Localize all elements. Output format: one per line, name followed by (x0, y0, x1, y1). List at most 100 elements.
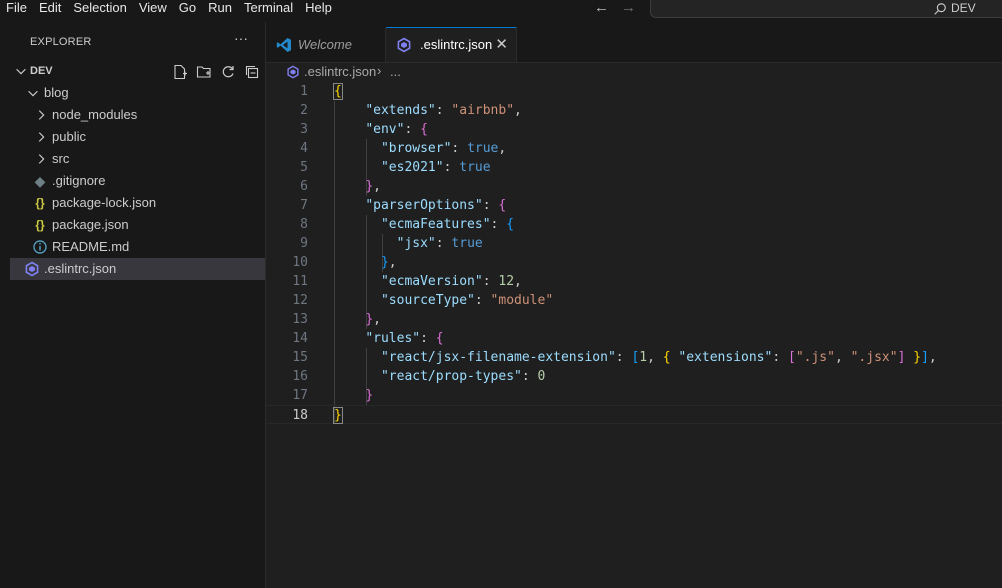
more-actions-icon[interactable]: ··· (234, 30, 248, 46)
collapse-all-icon[interactable] (244, 64, 260, 80)
code-token: } (380, 255, 389, 270)
code-token: , (373, 179, 381, 194)
tree-item-eslintrc[interactable]: .eslintrc.json (10, 258, 265, 280)
menu-file[interactable]: File (0, 0, 33, 16)
workspace-section-header[interactable]: DEV (10, 62, 265, 82)
code-token: , (373, 312, 381, 327)
code-line[interactable]: 1{ (266, 82, 1002, 101)
line-number: 2 (300, 103, 308, 118)
code-token: { (333, 83, 343, 100)
breadcrumb-symbols[interactable]: ... (390, 64, 401, 79)
line-code: "react/prop-types": 0 (334, 367, 545, 386)
code-token: : (490, 217, 507, 232)
arrow-right-icon[interactable]: → (621, 0, 636, 16)
menu-terminal[interactable]: Terminal (238, 0, 299, 16)
tree-item-src[interactable]: src (10, 148, 265, 170)
code-line[interactable]: 8 "ecmaFeatures": { (266, 215, 1002, 234)
code-line[interactable]: 12 "sourceType": "module" (266, 291, 1002, 310)
code-token: "module" (490, 293, 554, 308)
code-line[interactable]: 14 "rules": { (266, 329, 1002, 348)
tree-item-package-json[interactable]: {} package.json (10, 214, 265, 236)
code-line[interactable]: 5 "es2021": true (266, 158, 1002, 177)
menu-selection[interactable]: Selection (67, 0, 132, 16)
code-token: , (928, 350, 937, 365)
code-token: true (459, 160, 491, 175)
line-code: "ecmaFeatures": { (334, 215, 514, 234)
tree-item-public[interactable]: public (10, 126, 265, 148)
tree-item-label: public (52, 129, 86, 144)
code-line[interactable]: 18} (266, 405, 1002, 424)
new-folder-icon[interactable] (196, 64, 212, 80)
menu-view[interactable]: View (133, 0, 173, 16)
line-number: 8 (300, 217, 308, 232)
tab-welcome[interactable]: Welcome (266, 28, 386, 62)
code-line[interactable]: 3 "env": { (266, 120, 1002, 139)
code-editor[interactable]: 1{2 "extends": "airbnb", 3 "env": {4 "bro… (266, 82, 1002, 588)
code-line[interactable]: 15 "react/jsx-filename-extension": [1, {… (266, 348, 1002, 367)
activity-bar (0, 22, 10, 588)
arrow-left-icon[interactable]: ← (594, 0, 609, 16)
close-icon[interactable]: ✕ (495, 35, 508, 53)
tab-label: .eslintrc.json (420, 37, 493, 52)
line-code: "rules": { (334, 329, 444, 348)
refresh-icon[interactable] (220, 64, 236, 80)
json-file-icon: {} (35, 196, 45, 210)
eslint-icon (397, 37, 411, 53)
new-file-icon[interactable] (172, 64, 188, 80)
code-token: true (467, 141, 499, 156)
code-line[interactable]: 10 }, (266, 253, 1002, 272)
code-token: "es2021" (380, 160, 444, 175)
tree-item-gitignore[interactable]: ◆ .gitignore (10, 170, 265, 192)
code-token: } (333, 407, 343, 424)
code-token: : (435, 236, 452, 251)
menu-run[interactable]: Run (202, 0, 238, 16)
tree-item-label: README.md (52, 239, 130, 254)
menu-help[interactable]: Help (299, 0, 338, 16)
code-line[interactable]: 6 }, (266, 177, 1002, 196)
code-line[interactable]: 13 }, (266, 310, 1002, 329)
code-token: ".js" (795, 350, 835, 365)
tree-item-readme[interactable]: README.md (10, 236, 265, 258)
eslint-icon (25, 261, 39, 277)
git-file-icon: ◆ (34, 173, 46, 189)
explorer-title: EXPLORER (30, 36, 92, 48)
code-token: { (435, 331, 444, 346)
code-line[interactable]: 2 "extends": "airbnb", (266, 101, 1002, 120)
tree-item-label: node_modules (52, 107, 138, 122)
code-token: "react/jsx-filename-extension" (380, 350, 616, 365)
line-number: 12 (292, 293, 308, 308)
breadcrumb-file[interactable]: .eslintrc.json (304, 64, 376, 79)
tree-item-package-lock[interactable]: {} package-lock.json (10, 192, 265, 214)
code-token: "ecmaVersion" (380, 274, 483, 289)
navigation-arrows: ← → (594, 0, 636, 16)
code-line[interactable]: 7 "parserOptions": { (266, 196, 1002, 215)
code-line[interactable]: 4 "browser": true, (266, 139, 1002, 158)
code-token: , (514, 103, 522, 118)
line-number: 13 (292, 312, 308, 327)
code-token: , (514, 274, 522, 289)
code-token: "browser" (380, 141, 452, 156)
code-token: } (365, 312, 374, 327)
code-token: : (435, 103, 452, 118)
menu-bar: File Edit Selection View Go Run Terminal… (0, 0, 338, 16)
command-center[interactable]: DEV (650, 0, 1002, 18)
code-token: true (451, 236, 483, 251)
tree-item-node-modules[interactable]: node_modules (10, 104, 265, 126)
code-line[interactable]: 16 "react/prop-types": 0 (266, 367, 1002, 386)
code-line[interactable]: 17 } (266, 386, 1002, 405)
menu-go[interactable]: Go (173, 0, 202, 16)
code-line[interactable]: 9 "jsx": true (266, 234, 1002, 253)
code-line[interactable]: 11 "ecmaVersion": 12, (266, 272, 1002, 291)
tab-eslintrc[interactable]: .eslintrc.json ✕ (386, 27, 517, 62)
code-token: , (647, 350, 663, 365)
code-token: : (443, 160, 460, 175)
tree-item-blog[interactable]: blog (10, 82, 265, 104)
line-code: }, (334, 177, 381, 196)
line-number: 4 (300, 141, 308, 156)
menu-edit[interactable]: Edit (33, 0, 67, 16)
